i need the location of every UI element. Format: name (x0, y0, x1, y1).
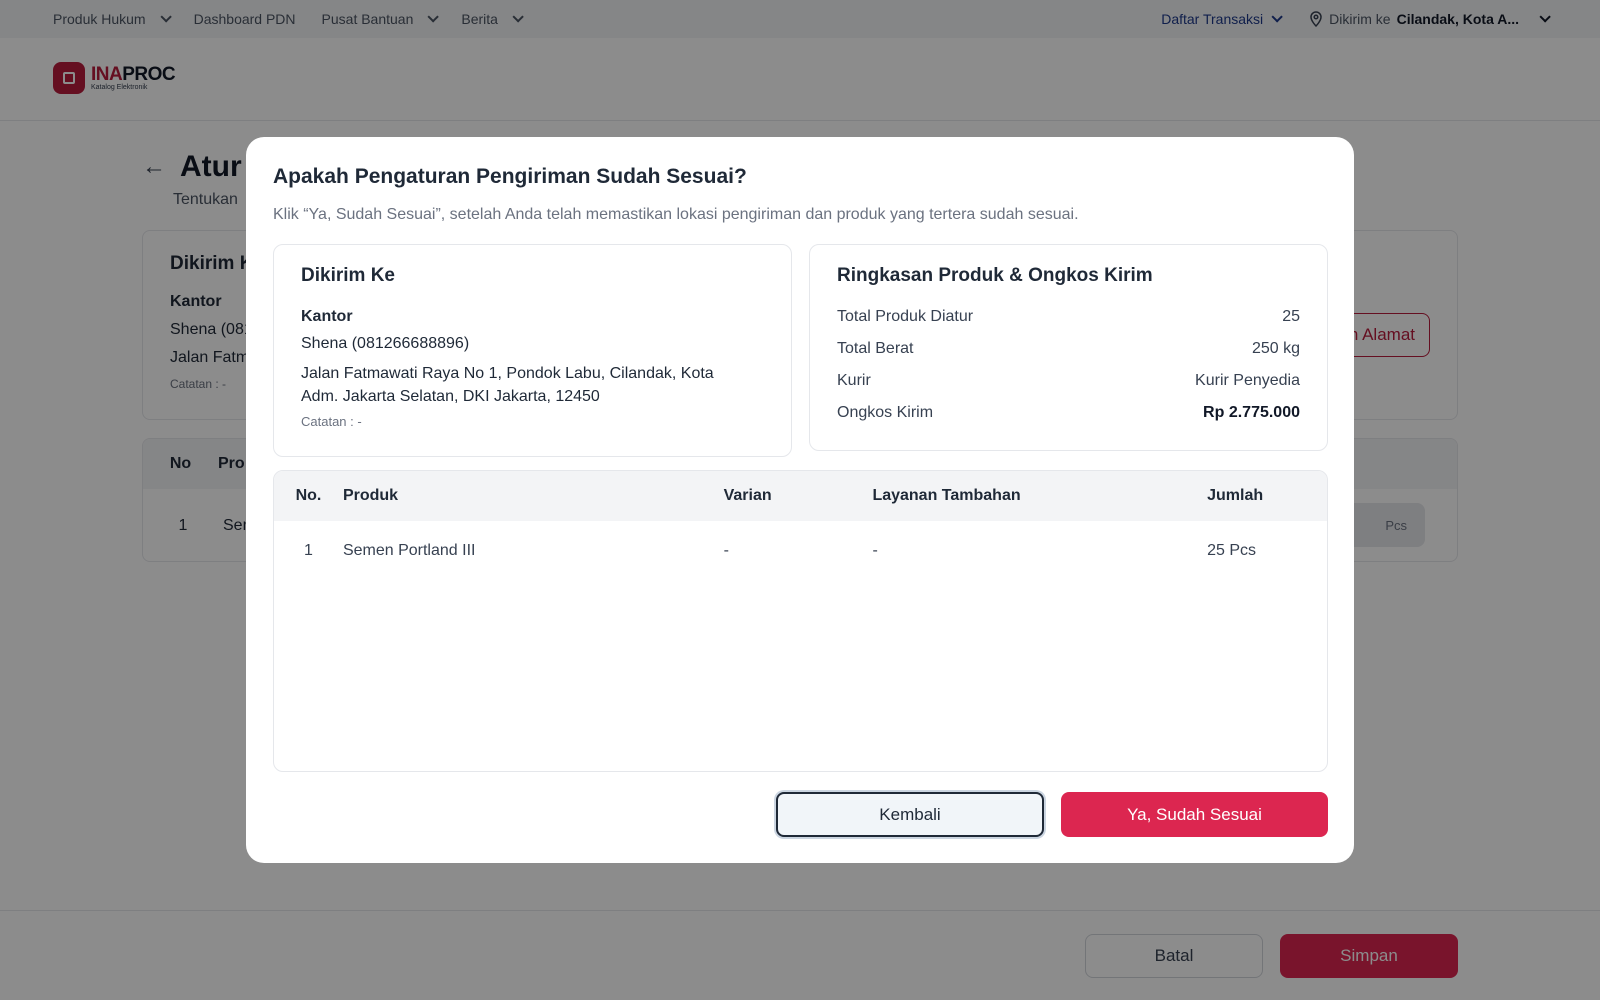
table-header: No. Produk Varian Layanan Tambahan Jumla… (274, 471, 1327, 521)
summary-label: Total Berat (837, 340, 914, 357)
cell-varian: - (723, 542, 729, 559)
col-jumlah: Jumlah (1207, 487, 1264, 504)
summary-value: Rp 2.775.000 (1203, 404, 1300, 421)
summary-panel: Ringkasan Produk & Ongkos Kirim Total Pr… (809, 244, 1328, 451)
ship-to-name: Kantor (301, 308, 353, 325)
summary-label: Kurir (837, 372, 871, 389)
ship-to-note: Catatan : - (301, 414, 362, 429)
summary-row-shipping-cost: Ongkos Kirim Rp 2.775.000 (837, 404, 1300, 421)
cell-no: 1 (304, 542, 313, 559)
summary-row-courier: Kurir Kurir Penyedia (837, 372, 1300, 389)
table-row: 1 Semen Portland III - - 25 Pcs (274, 521, 1327, 581)
summary-value: 25 (1282, 308, 1300, 325)
summary-label: Total Produk Diatur (837, 308, 974, 325)
confirm-button[interactable]: Ya, Sudah Sesuai (1061, 792, 1328, 837)
confirm-shipping-modal: Apakah Pengaturan Pengiriman Sudah Sesua… (246, 137, 1354, 863)
col-no: No. (295, 487, 322, 504)
ship-to-title: Dikirim Ke (301, 265, 395, 286)
summary-label: Ongkos Kirim (837, 404, 934, 421)
col-varian: Varian (723, 487, 772, 504)
modal-description: Klik “Ya, Sudah Sesuai”, setelah Anda te… (273, 206, 1079, 223)
ship-to-panel: Dikirim Ke Kantor Shena (081266688896) J… (273, 244, 792, 457)
summary-value: 250 kg (1251, 340, 1300, 357)
cell-produk: Semen Portland III (342, 542, 476, 559)
summary-title: Ringkasan Produk & Ongkos Kirim (837, 265, 1153, 286)
summary-value: Kurir Penyedia (1195, 372, 1300, 389)
cell-layanan: - (872, 542, 878, 559)
ship-to-person: Shena (081266688896) (301, 335, 470, 352)
col-produk: Produk (342, 487, 399, 504)
modal-product-table: No. Produk Varian Layanan Tambahan Jumla… (273, 470, 1328, 772)
cell-jumlah: 25 Pcs (1207, 542, 1257, 559)
col-layanan: Layanan Tambahan (872, 487, 1021, 504)
summary-row-total-products: Total Produk Diatur 25 (837, 308, 1300, 325)
back-button[interactable]: Kembali (776, 792, 1044, 837)
modal-title: Apakah Pengaturan Pengiriman Sudah Sesua… (273, 165, 747, 188)
ship-to-address: Jalan Fatmawati Raya No 1, Pondok Labu, … (301, 365, 714, 405)
summary-row-total-weight: Total Berat 250 kg (837, 340, 1300, 357)
